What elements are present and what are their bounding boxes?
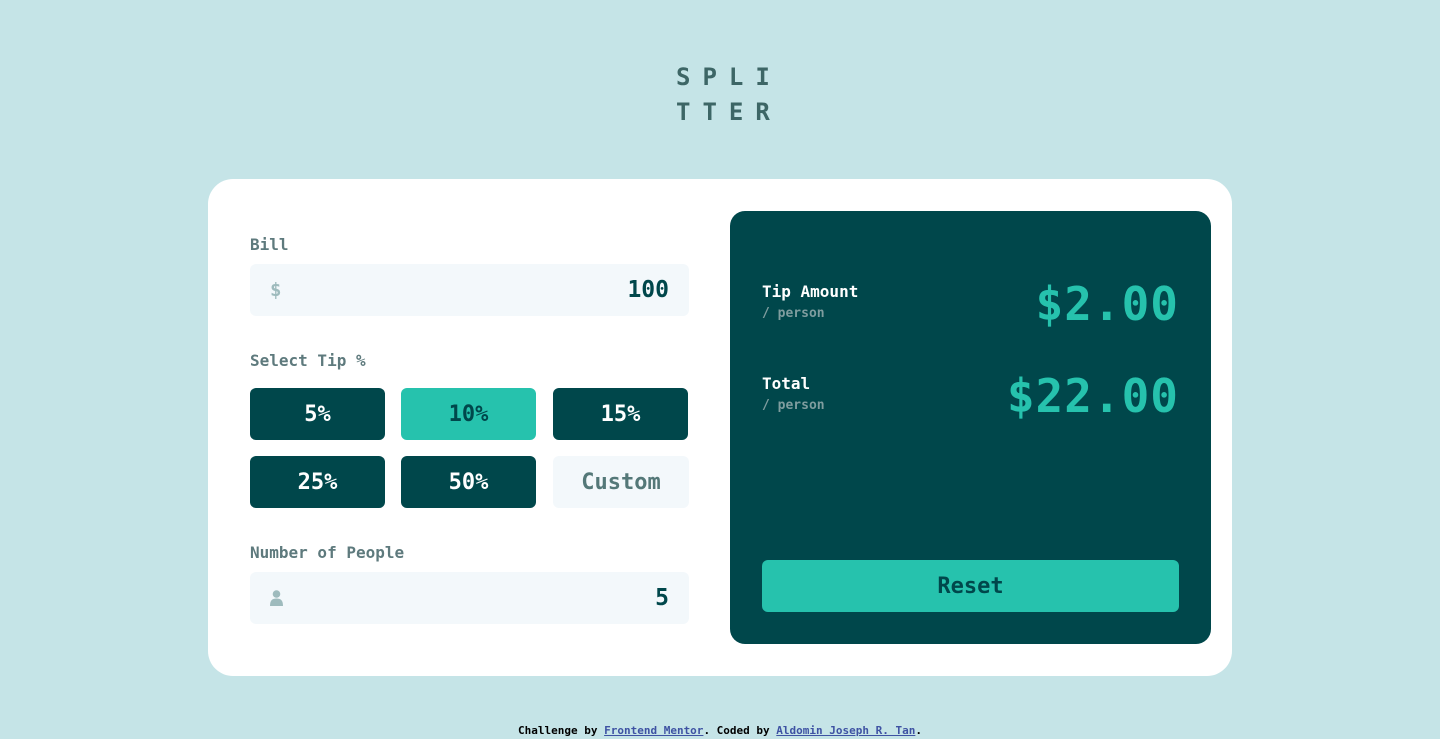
- total-sub: / person: [762, 398, 825, 413]
- dollar-icon: $: [270, 279, 282, 301]
- tip-15-button[interactable]: 15%: [553, 388, 688, 440]
- total-value: $22.00: [1006, 369, 1179, 423]
- frontend-mentor-link[interactable]: Frontend Mentor: [604, 724, 703, 737]
- person-icon: [270, 572, 283, 624]
- custom-tip-input[interactable]: Custom: [553, 456, 689, 508]
- results-panel: Tip Amount / person $2.00 Total / person…: [730, 211, 1211, 644]
- author-link[interactable]: Aldomin Joseph R. Tan: [776, 724, 915, 737]
- bill-value: 100: [627, 277, 669, 303]
- tip-amount-label: Tip Amount: [762, 282, 859, 301]
- people-input[interactable]: 5: [250, 572, 689, 624]
- tip-5-button[interactable]: 5%: [250, 388, 385, 440]
- logo-line-1: SPLI: [676, 63, 782, 91]
- bill-label: Bill: [250, 235, 289, 254]
- tip-amount-sub: / person: [762, 306, 825, 321]
- tip-10-button[interactable]: 10%: [401, 388, 536, 440]
- tip-50-button[interactable]: 50%: [401, 456, 536, 508]
- total-label: Total: [762, 374, 811, 393]
- people-label: Number of People: [250, 543, 405, 562]
- footer-suffix: .: [915, 724, 922, 737]
- footer-middle: . Coded by: [703, 724, 777, 737]
- people-value: 5: [655, 585, 669, 611]
- tip-amount-value: $2.00: [1035, 277, 1179, 331]
- custom-tip-placeholder: Custom: [581, 469, 661, 495]
- reset-button[interactable]: Reset: [762, 560, 1179, 612]
- logo-line-2: TTER: [676, 98, 782, 126]
- select-tip-label: Select Tip %: [250, 351, 366, 370]
- attribution-footer: Challenge by Frontend Mentor. Coded by A…: [0, 724, 1440, 737]
- calculator-card: Bill $ 100 Select Tip % 5% 10% 15% 25% 5…: [208, 179, 1232, 676]
- tip-25-button[interactable]: 25%: [250, 456, 385, 508]
- app-logo: SPLI TTER: [676, 60, 776, 130]
- footer-prefix: Challenge by: [518, 724, 605, 737]
- bill-input[interactable]: $ 100: [250, 264, 689, 316]
